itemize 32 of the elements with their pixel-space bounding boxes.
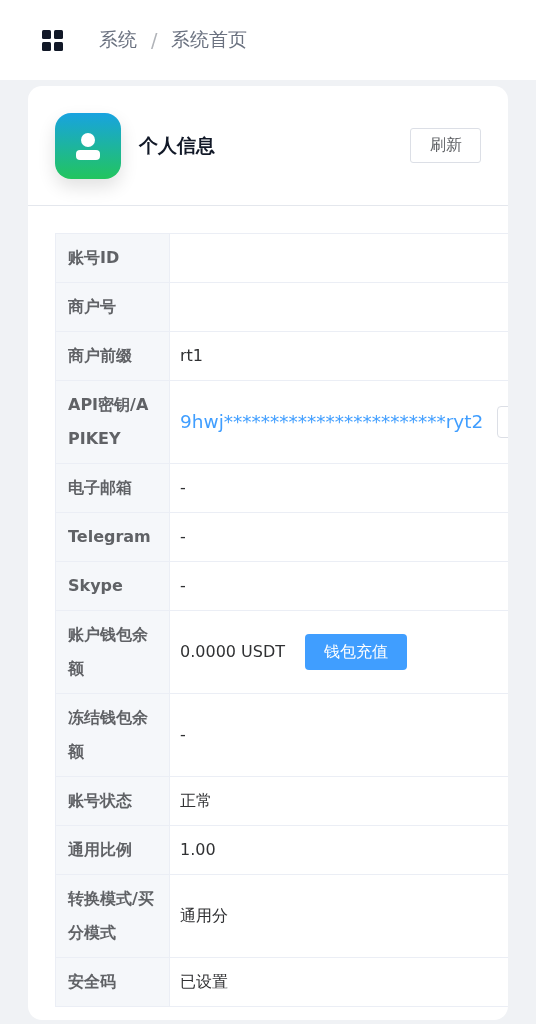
field-label: 商户前缀 — [56, 332, 170, 380]
field-label: 商户号 — [56, 283, 170, 331]
field-label: API密钥/APIKEY — [56, 381, 170, 463]
field-label: 转换模式/买分模式 — [56, 875, 170, 957]
balance-value: 0.0000 USDT — [180, 641, 286, 663]
field-value: 1.00 — [180, 839, 216, 861]
field-value: - — [180, 477, 186, 499]
field-label: 冻结钱包余额 — [56, 694, 170, 776]
field-value: - — [180, 724, 186, 746]
avatar-icon — [55, 112, 121, 179]
field-label: 账户钱包余额 — [56, 611, 170, 693]
field-label: Skype — [56, 562, 170, 610]
grid-icon[interactable] — [42, 29, 63, 51]
breadcrumb-item[interactable]: 系统首页 — [171, 27, 248, 53]
breadcrumb-item[interactable]: 系统 — [99, 27, 137, 53]
card-title: 个人信息 — [139, 132, 216, 158]
field-label: 账号ID — [56, 234, 170, 282]
field-label: 账号状态 — [56, 777, 170, 825]
field-value: 通用分 — [180, 905, 228, 927]
field-value: - — [180, 526, 186, 548]
field-value: rt1 — [180, 345, 204, 367]
field-value: 正常 — [180, 790, 212, 812]
refresh-button[interactable]: 刷新 — [410, 128, 481, 163]
field-value: 已设置 — [180, 971, 228, 993]
recharge-button[interactable]: 钱包充值 — [305, 634, 408, 670]
field-label: Telegram — [56, 513, 170, 561]
api-key-value: 9hwj************************ryt2 — [180, 410, 484, 434]
field-label: 通用比例 — [56, 826, 170, 874]
field-label: 安全码 — [56, 958, 170, 1006]
breadcrumb-separator: / — [151, 29, 158, 51]
field-label: 电子邮箱 — [56, 464, 170, 512]
field-value: - — [180, 575, 186, 597]
